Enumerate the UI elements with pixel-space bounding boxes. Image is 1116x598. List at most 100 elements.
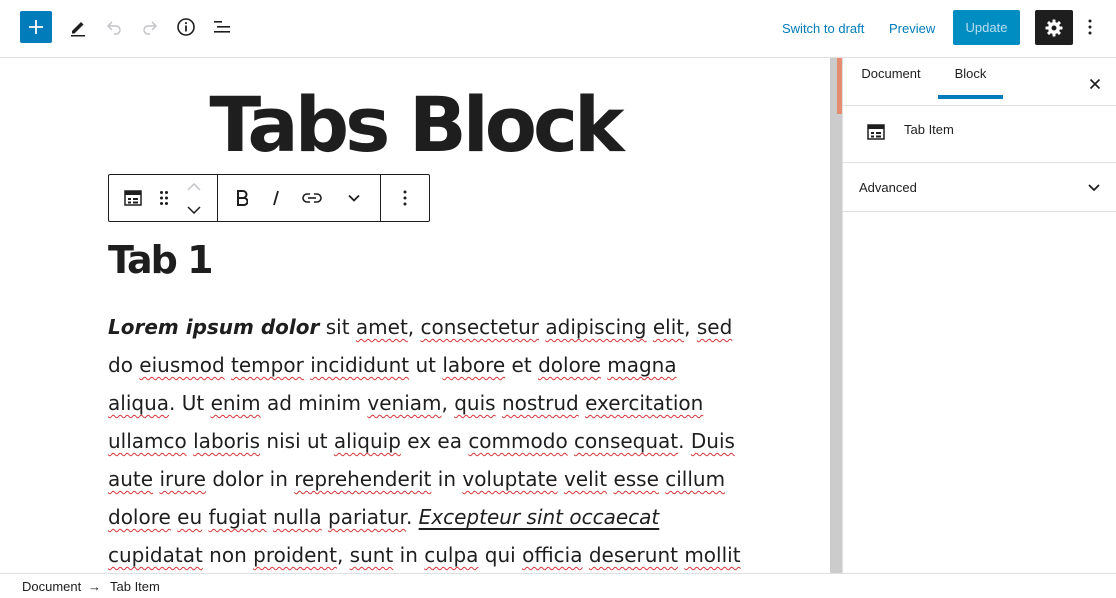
text-run: in xyxy=(393,543,425,567)
paragraph-line: do eiusmod tempor incididunt ut labore e… xyxy=(108,346,728,384)
tab-item-icon xyxy=(124,190,142,206)
paragraph-line: aute irure dolor in reprehenderit in vol… xyxy=(108,460,728,498)
add-block-button[interactable] xyxy=(20,11,52,43)
close-icon xyxy=(1089,78,1101,90)
redo-button[interactable] xyxy=(134,11,166,43)
misspelled-word: reprehenderit xyxy=(294,467,432,491)
breadcrumb-item-document[interactable]: Document xyxy=(22,579,81,594)
tab-heading[interactable]: Tab 1 xyxy=(108,236,214,284)
list-view-button[interactable] xyxy=(206,11,238,43)
more-vertical-icon xyxy=(403,190,407,206)
misspelled-word: commodo xyxy=(468,429,568,453)
editor-canvas: Tabs Block Tab 1 Lorem ipsum dolor sit a… xyxy=(0,58,830,573)
misspelled-word: dolore xyxy=(108,505,171,529)
misspelled-word: cillum xyxy=(665,467,726,491)
text-run: . xyxy=(678,429,691,453)
misspelled-word: nulla xyxy=(272,505,322,529)
more-vertical-icon xyxy=(1088,19,1092,35)
misspelled-word: mollit xyxy=(684,543,741,567)
link-icon xyxy=(302,193,322,203)
misspelled-word: veniam xyxy=(367,391,442,415)
misspelled-word: dolore xyxy=(538,353,601,377)
misspelled-word: quis xyxy=(454,391,496,415)
bold-button[interactable] xyxy=(226,175,258,221)
misspelled-word: labore xyxy=(442,353,506,377)
settings-sidebar: Document Block Tab Item Advanced xyxy=(842,58,1116,573)
text-run: in xyxy=(431,467,463,491)
text-run: sit xyxy=(319,315,356,339)
move-down-button[interactable] xyxy=(179,198,209,221)
misspelled-word: irure xyxy=(159,467,206,491)
misspelled-word: deserunt xyxy=(588,543,678,567)
update-button[interactable]: Update xyxy=(953,10,1020,45)
misspelled-word: adipiscing xyxy=(545,315,647,339)
editor-scrollbar[interactable] xyxy=(830,58,842,573)
tab-block[interactable]: Block xyxy=(938,58,1003,106)
misspelled-word: magna xyxy=(607,353,677,377)
misspelled-word: consectetur xyxy=(420,315,540,339)
misspelled-word: aliquip xyxy=(333,429,401,453)
settings-button[interactable] xyxy=(1035,10,1073,45)
paragraph-line: aliqua. Ut enim ad minim veniam, quis no… xyxy=(108,384,728,422)
misspelled-word: officia xyxy=(522,543,583,567)
list-view-icon xyxy=(214,21,230,33)
close-sidebar-button[interactable] xyxy=(1083,72,1107,96)
tools-button[interactable] xyxy=(62,11,94,43)
text-run: non xyxy=(202,543,254,567)
sidebar-tabs: Document Block xyxy=(843,58,1116,106)
misspelled-word: sunt xyxy=(349,543,394,567)
paragraph-block[interactable]: Lorem ipsum dolor sit amet, consectetur … xyxy=(108,308,741,573)
breadcrumb-item-tab-item[interactable]: Tab Item xyxy=(110,579,160,594)
block-card-title: Tab Item xyxy=(904,122,954,137)
text-run: nisi ut xyxy=(260,429,334,453)
misspelled-word: proident xyxy=(253,543,337,567)
move-up-icon xyxy=(187,182,201,191)
misspelled-word: eiusmod xyxy=(139,353,225,377)
misspelled-word: enim xyxy=(210,391,261,415)
misspelled-word: pariatur xyxy=(328,505,406,529)
options-button[interactable] xyxy=(1080,11,1100,43)
paragraph-line: dolore eu fugiat nulla pariatur. Excepte… xyxy=(108,498,728,536)
switch-to-draft-button[interactable]: Switch to draft xyxy=(782,18,864,38)
tab-item-icon xyxy=(867,124,885,140)
drag-handle-button[interactable] xyxy=(157,175,171,221)
move-down-icon xyxy=(187,205,201,214)
misspelled-word: cupidatat xyxy=(108,543,203,567)
tab-document[interactable]: Document xyxy=(847,58,935,106)
bold-icon xyxy=(237,190,248,206)
more-formatting-button[interactable] xyxy=(330,175,378,221)
misspelled-word: velit xyxy=(563,467,608,491)
panel-advanced[interactable]: Advanced xyxy=(843,163,1116,212)
text-run: ex ea xyxy=(400,429,469,453)
italic-button[interactable] xyxy=(258,175,294,221)
undo-button[interactable] xyxy=(98,11,130,43)
redo-icon xyxy=(143,21,158,35)
panel-toggle[interactable] xyxy=(1087,179,1101,197)
block-options-button[interactable] xyxy=(381,175,429,221)
block-card: Tab Item xyxy=(843,106,1116,163)
move-up-button[interactable] xyxy=(179,175,209,198)
paragraph-line: ullamco laboris nisi ut aliquip ex ea co… xyxy=(108,422,735,460)
misspelled-word: exercitation xyxy=(585,391,704,415)
block-type-button[interactable] xyxy=(109,175,157,221)
details-button[interactable] xyxy=(170,11,202,43)
misspelled-word: incididunt xyxy=(310,353,410,377)
pencil-icon xyxy=(71,22,85,37)
chevron-down-icon xyxy=(348,194,360,202)
bold-italic-text: Lorem ipsum dolor xyxy=(108,315,320,339)
misspelled-word: tempor xyxy=(231,353,304,377)
misspelled-word: Duis xyxy=(690,429,735,453)
block-toolbar xyxy=(108,174,430,222)
text-run: do xyxy=(108,353,140,377)
paragraph-line: Lorem ipsum dolor sit amet, consectetur … xyxy=(108,308,732,346)
misspelled-word: culpa xyxy=(424,543,479,567)
gear-icon xyxy=(1045,19,1063,36)
breadcrumb-separator: → xyxy=(88,579,101,594)
misspelled-word: esse xyxy=(613,467,659,491)
editor-header: Switch to draft Preview Update xyxy=(0,0,1116,58)
post-title[interactable]: Tabs Block xyxy=(0,80,830,170)
link-button[interactable] xyxy=(294,175,330,221)
misspelled-word: aute xyxy=(108,467,154,491)
text-run: . Ut xyxy=(169,391,211,415)
preview-button[interactable]: Preview xyxy=(889,18,935,38)
